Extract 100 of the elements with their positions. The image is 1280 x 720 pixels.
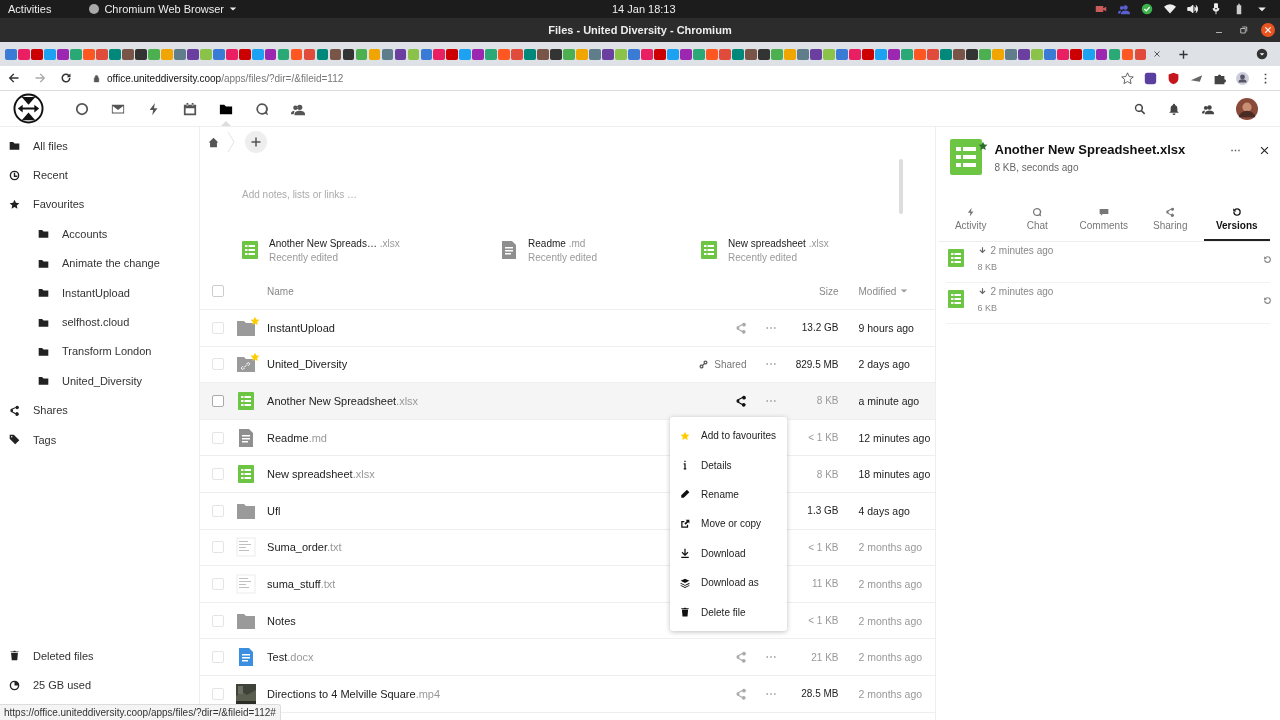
sidebar-item[interactable]: Animate the change bbox=[0, 248, 200, 278]
favicon-icon[interactable] bbox=[887, 48, 900, 60]
favicon-icon[interactable] bbox=[472, 48, 485, 60]
restore-window-icon[interactable] bbox=[1237, 24, 1249, 36]
tab[interactable]: Versions bbox=[1203, 199, 1270, 241]
menu-item[interactable]: Add to favourites bbox=[670, 421, 788, 451]
puzzle-icon[interactable] bbox=[1213, 71, 1226, 85]
menu-item[interactable]: Download as bbox=[670, 567, 788, 598]
wifi-icon[interactable] bbox=[1164, 3, 1176, 15]
home-icon[interactable] bbox=[208, 136, 220, 148]
restore-icon[interactable] bbox=[1263, 296, 1272, 305]
name-column-header[interactable]: Name bbox=[267, 285, 697, 297]
favicon-icon[interactable] bbox=[30, 48, 43, 60]
favicon-icon[interactable] bbox=[134, 48, 147, 60]
favicon-icon[interactable] bbox=[745, 48, 757, 60]
sidebar-item[interactable]: Favourites bbox=[0, 189, 200, 220]
favicon-icon[interactable] bbox=[1095, 48, 1108, 60]
favicon-icon[interactable] bbox=[654, 48, 666, 60]
favicon-icon[interactable] bbox=[394, 48, 407, 60]
people-icon[interactable] bbox=[1118, 3, 1130, 15]
file-name[interactable]: New spreadsheet.xlsx bbox=[267, 468, 375, 481]
activities-button[interactable]: Activities bbox=[8, 3, 52, 15]
search-icon[interactable] bbox=[1134, 102, 1146, 115]
row-checkbox[interactable] bbox=[212, 395, 225, 407]
forward-icon[interactable] bbox=[34, 72, 46, 84]
close-icon[interactable] bbox=[1259, 145, 1270, 156]
close-icon[interactable] bbox=[1261, 23, 1275, 37]
file-name[interactable]: Test.docx bbox=[267, 651, 314, 664]
share-icon[interactable] bbox=[734, 395, 747, 407]
menu-item[interactable]: Rename bbox=[670, 479, 788, 510]
tab[interactable]: Comments bbox=[1070, 199, 1137, 241]
favicon-icon[interactable] bbox=[965, 48, 978, 60]
favicon-icon[interactable] bbox=[56, 48, 69, 60]
menu-item[interactable]: Details bbox=[670, 450, 788, 480]
file-name[interactable]: Readme.md bbox=[267, 431, 327, 444]
camera-icon[interactable] bbox=[1095, 3, 1107, 15]
bell-icon[interactable] bbox=[1168, 102, 1180, 115]
favicon-icon[interactable] bbox=[238, 48, 251, 60]
bookmark-star-icon[interactable] bbox=[1121, 71, 1134, 85]
download-icon[interactable] bbox=[977, 246, 987, 255]
menu-item[interactable]: Download bbox=[670, 538, 788, 568]
avatar[interactable] bbox=[1236, 97, 1258, 120]
favicon-icon[interactable] bbox=[602, 48, 615, 60]
select-all-checkbox[interactable] bbox=[212, 285, 225, 297]
star-icon[interactable] bbox=[977, 141, 988, 151]
favicon-icon[interactable] bbox=[121, 48, 134, 60]
favicon-icon[interactable] bbox=[810, 48, 822, 60]
sidebar-item[interactable]: Deleted files bbox=[0, 641, 200, 671]
extension-icon[interactable] bbox=[1144, 71, 1157, 85]
favicon-icon[interactable] bbox=[537, 48, 550, 60]
restore-icon[interactable] bbox=[1263, 255, 1272, 264]
favicon-icon[interactable] bbox=[952, 48, 965, 60]
file-name[interactable]: Directions to 4 Melville Square.mp4 bbox=[267, 687, 441, 700]
new-tab-icon[interactable] bbox=[1178, 48, 1190, 60]
favicon-icon[interactable] bbox=[861, 48, 874, 60]
sort-caret-icon[interactable] bbox=[900, 287, 909, 295]
favicon-icon[interactable] bbox=[186, 48, 199, 60]
favicon-icon[interactable] bbox=[1069, 48, 1082, 60]
favicon-icon[interactable] bbox=[758, 48, 770, 60]
tab[interactable]: Sharing bbox=[1137, 199, 1204, 241]
sidebar-item[interactable]: InstantUpload bbox=[0, 277, 200, 308]
app-menu[interactable]: Chromium Web Browser bbox=[89, 3, 224, 15]
file-name[interactable]: Suma_order.txt bbox=[267, 541, 342, 554]
favicon-icon[interactable] bbox=[329, 48, 342, 60]
caret-icon[interactable] bbox=[229, 5, 237, 13]
sidebar-item[interactable]: selfhost.cloud bbox=[0, 307, 200, 337]
file-name[interactable]: InstantUpload bbox=[267, 321, 335, 334]
sidebar-item[interactable]: United_Diversity bbox=[0, 366, 200, 396]
favicon-icon[interactable] bbox=[550, 48, 563, 60]
tab-search-icon[interactable] bbox=[1256, 48, 1268, 60]
favicon-icon[interactable] bbox=[680, 48, 692, 60]
favicon-icon[interactable] bbox=[1017, 48, 1030, 60]
back-icon[interactable] bbox=[8, 72, 20, 84]
file-row[interactable]: Another New Spreadsheet.xlsx 8 KB a minute ago bbox=[200, 383, 935, 420]
logo-icon[interactable] bbox=[13, 93, 44, 124]
sidebar-item[interactable]: 25 GB used bbox=[0, 670, 200, 700]
file-name[interactable]: Ufl bbox=[267, 504, 281, 517]
add-button[interactable] bbox=[245, 131, 268, 153]
shared-button[interactable]: Shared bbox=[698, 358, 747, 370]
sidebar-item[interactable]: All files bbox=[0, 131, 200, 161]
favicon-icon[interactable] bbox=[342, 48, 355, 60]
notes-field[interactable]: Add notes, lists or links … bbox=[240, 188, 545, 201]
contacts-icon[interactable] bbox=[1202, 102, 1214, 115]
sidebar-item[interactable]: Tags bbox=[0, 424, 200, 455]
file-name[interactable]: Notes bbox=[267, 614, 296, 627]
scrollbar[interactable] bbox=[899, 159, 904, 214]
recent-file[interactable]: Readme .md Recently edited bbox=[499, 227, 700, 273]
file-name[interactable]: Another New Spreadsheet.xlsx bbox=[267, 395, 419, 407]
lock-icon[interactable] bbox=[92, 73, 101, 83]
download-icon[interactable] bbox=[977, 287, 987, 296]
microphone-icon[interactable] bbox=[1210, 3, 1222, 15]
sidebar-item[interactable]: Shares bbox=[0, 395, 200, 425]
recent-file[interactable]: Another New Spreads… .xlsx Recently edited bbox=[240, 227, 471, 273]
shield-icon[interactable] bbox=[1167, 71, 1180, 85]
sidebar-item[interactable]: Accounts bbox=[0, 219, 200, 249]
size-column-header[interactable]: Size bbox=[790, 285, 853, 297]
favicon-icon[interactable] bbox=[446, 48, 459, 60]
file-name[interactable]: United_Diversity bbox=[267, 358, 348, 371]
calendar-icon[interactable] bbox=[183, 101, 197, 116]
file-name[interactable]: suma_stuff.txt bbox=[267, 577, 336, 590]
